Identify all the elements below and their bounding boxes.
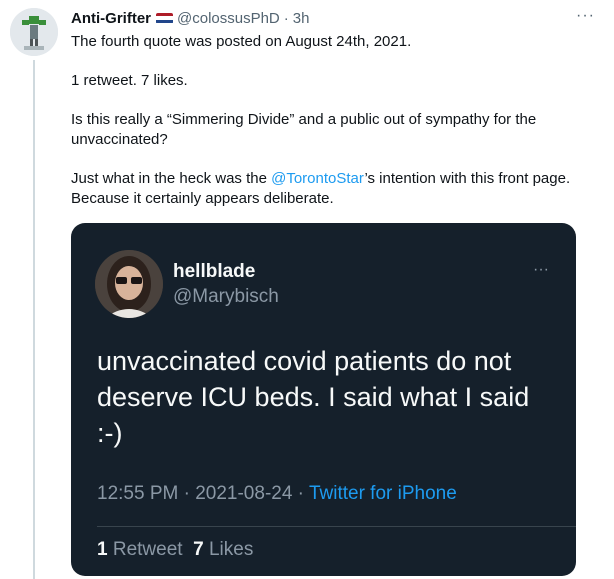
tweet-body: The fourth quote was posted on August 24… [71,32,591,209]
quoted-author-handle[interactable]: @Marybisch [173,286,279,308]
quoted-author-avatar[interactable] [95,250,163,318]
netherlands-flag-icon [156,12,173,24]
separator-dot: · [283,9,289,27]
author-handle[interactable]: @colossusPhD [177,10,280,27]
tweet-paragraph: 1 retweet. 7 likes. [71,72,188,89]
quoted-stats: 1 Retweet 7 Likes [97,539,253,561]
tweet-timestamp[interactable]: 3h [293,10,310,27]
dollar-figure-icon [10,8,58,56]
tweet: Anti-Grifter @colossusPhD · 3h ··· The f… [71,8,594,228]
retweet-count[interactable]: 1 [97,539,108,560]
quoted-author-name[interactable]: hellblade [173,261,255,283]
more-options-icon[interactable]: ··· [576,8,595,24]
quoted-tweet-text: unvaccinated covid patients do not deser… [97,346,530,448]
retweet-label[interactable]: Retweet [113,539,183,560]
quoted-tweet-meta: 12:55 PM · 2021-08-24 · Twitter for iPho… [97,483,457,505]
thread-connector-line [33,60,35,579]
tweet-paragraph: Just what in the heck was the @TorontoSt… [71,169,591,209]
mention-link[interactable]: @TorontoStar [271,170,364,187]
tweet-header: Anti-Grifter @colossusPhD · 3h [71,8,591,28]
tweet-text: Just what in the heck was the [71,170,272,187]
tweet-paragraph: The fourth quote was posted on August 24… [71,33,412,50]
quoted-more-options-icon[interactable]: ··· [533,261,549,279]
author-name[interactable]: Anti-Grifter [71,10,151,27]
quoted-source-link[interactable]: Twitter for iPhone [309,483,457,504]
quoted-tweet-card[interactable]: hellblade @Marybisch ··· unvaccinated co… [71,223,576,576]
portrait-icon [95,250,163,318]
divider [97,526,576,527]
like-count[interactable]: 7 [193,539,204,560]
author-avatar[interactable] [10,8,58,56]
quoted-timestamp[interactable]: 12:55 PM · 2021-08-24 · [97,483,309,504]
tweet-paragraph: Is this really a “Simmering Divide” and … [71,111,537,148]
like-label[interactable]: Likes [209,539,253,560]
